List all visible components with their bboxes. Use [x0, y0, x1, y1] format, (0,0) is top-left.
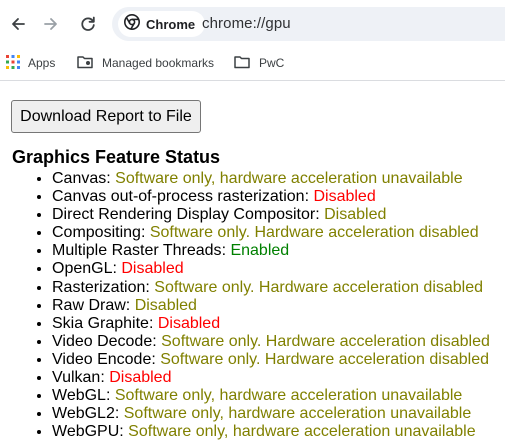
forward-arrow-icon — [42, 15, 60, 33]
feature-status: Software only, hardware acceleration una… — [114, 387, 463, 405]
feature-status-item: Raw Draw: Disabled — [52, 297, 490, 315]
feature-status-item: Vulkan: Disabled — [52, 369, 490, 387]
address-bar[interactable]: Chrome chrome://gpu — [112, 7, 505, 41]
feature-separator: : — [315, 206, 325, 224]
feature-name: Video Decode — [52, 332, 153, 350]
feature-name: Video Encode — [52, 350, 152, 368]
feature-status: Disabled — [157, 314, 221, 332]
feature-separator: : — [125, 296, 135, 314]
feature-status: Disabled — [313, 188, 376, 206]
feature-name: WebGL — [52, 387, 106, 405]
feature-status: Software only. Hardware acceleration dis… — [154, 278, 484, 296]
feature-separator: : — [100, 369, 110, 387]
bookmark-label-apps: Apps — [28, 56, 56, 70]
feature-name: Multiple Raster Threads — [52, 242, 222, 260]
feature-status: Software only. Hardware acceleration dis… — [149, 224, 479, 242]
bookmark-label-pwc: PwC — [259, 56, 285, 70]
forward-button[interactable] — [35, 8, 67, 40]
feature-name: Canvas — [52, 170, 107, 187]
feature-separator: : — [148, 314, 158, 332]
feature-status-item: WebGL: Software only, hardware accelerat… — [52, 387, 490, 405]
feature-status: Disabled — [109, 369, 172, 387]
feature-status-item: WebGPU: Software only, hardware accelera… — [52, 423, 490, 441]
feature-status-list: Canvas: Software only, hardware accelera… — [0, 170, 490, 441]
feature-separator: : — [106, 170, 116, 187]
feature-name: Direct Rendering Display Compositor — [52, 206, 316, 224]
feature-separator: : — [152, 332, 162, 350]
feature-status-item: Canvas: Software only, hardware accelera… — [52, 170, 490, 188]
feature-status: Enabled — [230, 242, 290, 260]
site-chip-label: Chrome — [146, 16, 196, 32]
feature-name: Canvas out-of-process rasterization — [52, 188, 305, 206]
feature-separator: : — [145, 278, 155, 296]
feature-status: Disabled — [134, 296, 197, 314]
feature-status: Software only, hardware acceleration una… — [115, 170, 463, 187]
feature-status-item: WebGL2: Software only, hardware accelera… — [52, 405, 490, 423]
feature-separator: : — [114, 405, 124, 423]
feature-status-item: Canvas out-of-process rasterization: Dis… — [52, 188, 490, 206]
feature-status: Software only, hardware acceleration una… — [123, 405, 472, 423]
feature-status: Software only. Hardware acceleration dis… — [160, 350, 489, 368]
feature-status-item: Compositing: Software only. Hardware acc… — [52, 224, 490, 242]
feature-name: WebGPU — [52, 423, 120, 441]
bookmark-label-managed: Managed bookmarks — [102, 56, 215, 70]
feature-status-item: Video Decode: Software only. Hardware ac… — [52, 333, 490, 351]
feature-status-item: Video Encode: Software only. Hardware ac… — [52, 351, 490, 369]
bookmark-pwc[interactable]: PwC — [234, 53, 284, 73]
bookmarks-bar: Apps Managed bookmarks PwC — [0, 48, 505, 78]
feature-status: Disabled — [324, 206, 387, 224]
feature-name: Raw Draw — [52, 296, 126, 314]
back-button[interactable] — [2, 8, 34, 40]
feature-status: Software only, hardware acceleration una… — [128, 423, 476, 441]
feature-status-item: OpenGL: Disabled — [52, 260, 490, 278]
feature-status-item: Multiple Raster Threads: Enabled — [52, 242, 490, 260]
feature-separator: : — [151, 350, 161, 368]
feature-separator: : — [119, 423, 129, 441]
folder-icon — [234, 55, 251, 72]
feature-name: WebGL2 — [52, 405, 115, 423]
bookmark-managed-bookmarks[interactable]: Managed bookmarks — [77, 53, 214, 73]
bookmark-apps[interactable]: Apps — [6, 53, 55, 73]
feature-status-item: Skia Graphite: Disabled — [52, 315, 490, 333]
download-report-button[interactable]: Download Report to File — [11, 100, 201, 133]
feature-status: Disabled — [121, 260, 184, 278]
gpu-page-content: Download Report to File Graphics Feature… — [0, 81, 505, 448]
feature-status-item: Rasterization: Software only. Hardware a… — [52, 279, 490, 297]
apps-grid-icon — [6, 54, 20, 72]
feature-separator: : — [140, 224, 150, 242]
url-text[interactable]: chrome://gpu — [202, 15, 291, 32]
feature-name: Compositing — [52, 224, 141, 242]
reload-button[interactable] — [72, 8, 104, 40]
feature-name: Skia Graphite — [52, 314, 149, 332]
section-title: Graphics Feature Status — [12, 147, 221, 167]
back-arrow-icon — [9, 15, 27, 33]
feature-name: OpenGL — [52, 260, 113, 278]
feature-name: Rasterization — [52, 278, 146, 296]
reload-icon — [79, 15, 97, 33]
feature-separator: : — [105, 387, 115, 405]
managed-folder-icon — [77, 55, 94, 72]
feature-status: Software only. Hardware acceleration dis… — [161, 332, 490, 350]
site-info-chip[interactable]: Chrome — [118, 11, 206, 37]
feature-status-item: Direct Rendering Display Compositor: Dis… — [52, 206, 490, 224]
chrome-logo-icon — [124, 13, 140, 35]
browser-toolbar: Chrome chrome://gpu — [0, 0, 505, 48]
feature-name: Vulkan — [52, 369, 101, 387]
